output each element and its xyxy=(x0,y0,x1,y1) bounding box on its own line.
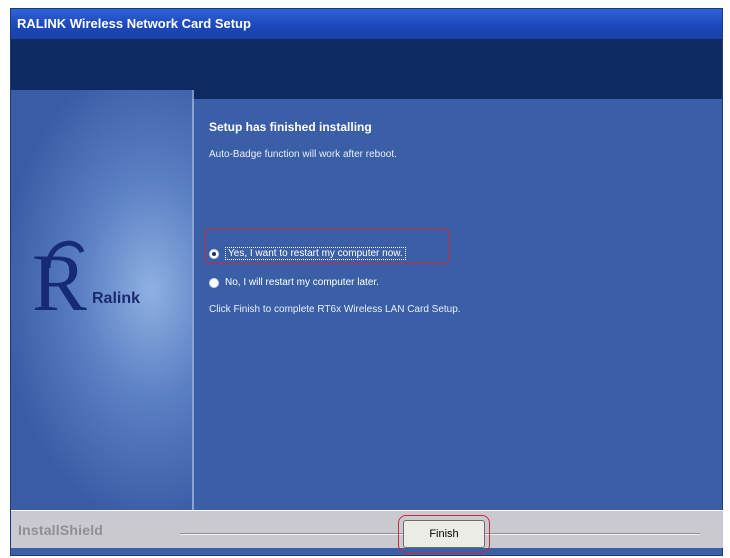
page-title: Setup has finished installing xyxy=(209,120,372,134)
restart-later-option[interactable]: No, I will restart my computer later. xyxy=(209,277,379,288)
logo-letter: R xyxy=(32,237,87,328)
finish-instruction: Click Finish to complete RT6x Wireless L… xyxy=(209,304,461,315)
window-title: RALINK Wireless Network Card Setup xyxy=(17,16,251,31)
footer-bar xyxy=(11,510,723,548)
ralink-logo: R Ralink xyxy=(32,232,182,332)
finish-button[interactable]: Finish xyxy=(403,520,485,548)
restart-now-highlight xyxy=(205,228,450,264)
panel-divider xyxy=(192,90,194,510)
radio-restart-later[interactable] xyxy=(209,277,219,288)
reboot-note: Auto-Badge function will work after rebo… xyxy=(209,149,397,160)
installshield-brand: InstallShield xyxy=(18,522,104,538)
restart-later-label[interactable]: No, I will restart my computer later. xyxy=(225,277,379,288)
logo-text: Ralink xyxy=(92,290,141,307)
title-bar: RALINK Wireless Network Card Setup xyxy=(11,9,722,39)
